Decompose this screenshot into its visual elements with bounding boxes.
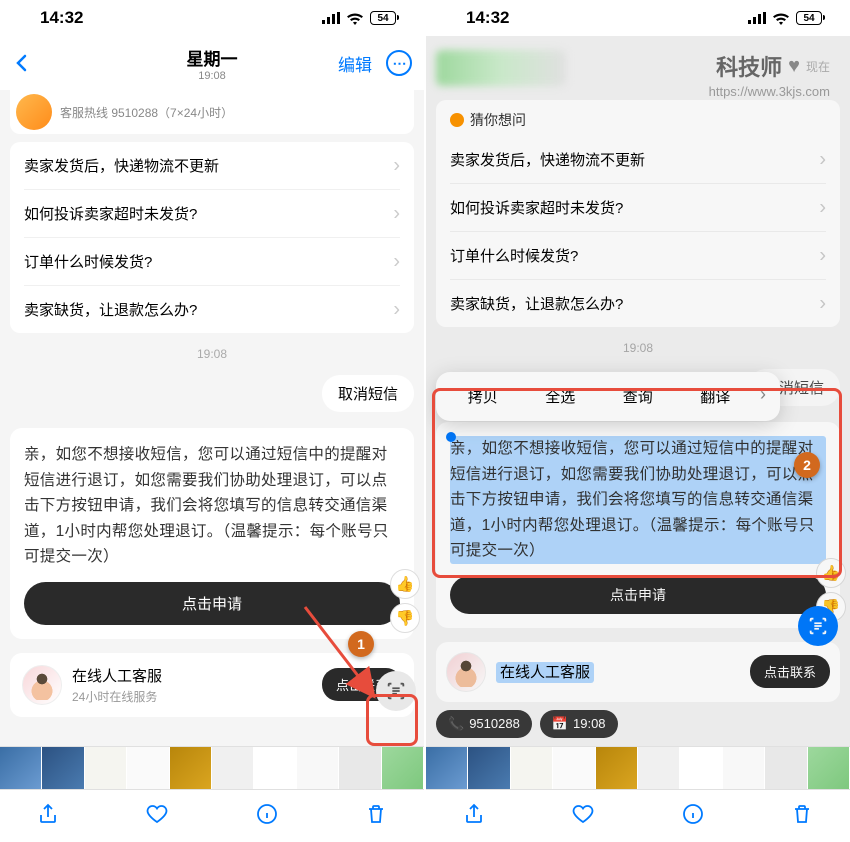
contact-button[interactable]: 点击联系 — [750, 655, 830, 688]
screenshot-thumbnails[interactable] — [0, 746, 424, 790]
status-time: 14:32 — [40, 8, 83, 28]
agent-title: 在线人工客服 — [496, 661, 740, 682]
apply-button[interactable]: 点击申请 — [450, 576, 826, 614]
agent-title: 在线人工客服 — [72, 665, 312, 686]
share-icon[interactable] — [36, 802, 60, 831]
status-indicators: 54 — [748, 11, 822, 25]
faq-item[interactable]: 订单什么时候发货? — [24, 238, 400, 286]
faq-item[interactable]: 卖家缺货，让退款怎么办? — [24, 286, 400, 333]
back-icon[interactable] — [12, 53, 32, 73]
faq-card: 卖家发货后，快递物流不更新 如何投诉卖家超时未发货? 订单什么时候发货? 卖家缺… — [10, 142, 414, 333]
wifi-icon — [346, 12, 364, 25]
faq-item[interactable]: 如何投诉卖家超时未发货? — [450, 184, 826, 232]
status-bar: 14:32 54 — [0, 0, 424, 36]
faq-item[interactable]: 卖家缺货，让退款怎么办? — [450, 280, 826, 327]
redacted-area — [436, 50, 566, 86]
phone-icon: 📞 — [448, 716, 464, 732]
trash-icon[interactable] — [364, 802, 388, 831]
status-bar: 14:32 54 — [426, 0, 850, 36]
heart-icon: ♥ — [788, 55, 800, 78]
edit-button[interactable]: 编辑 — [338, 51, 372, 76]
message-timestamp: 19:08 — [436, 341, 840, 355]
more-icon[interactable]: ⋯ — [386, 50, 412, 76]
battery-icon: 54 — [370, 11, 396, 25]
status-time: 14:32 — [466, 8, 509, 28]
navigation-bar: 星期一 19:08 编辑 ⋯ — [0, 36, 424, 90]
faq-card: 猜你想问 卖家发货后，快递物流不更新 如何投诉卖家超时未发货? 订单什么时候发货… — [436, 100, 840, 327]
bottom-toolbar — [426, 790, 850, 842]
trash-icon[interactable] — [790, 802, 814, 831]
message-text: 亲，如您不想接收短信，您可以通过短信中的提醒对短信进行退订，如您需要我们协助处理… — [24, 442, 400, 570]
watermark: 科技师 ♥ 现在 https://www.3kjs.com — [709, 50, 830, 99]
agent-avatar — [22, 665, 62, 705]
signal-icon — [322, 12, 340, 24]
thumbs-down-icon[interactable]: 👎 — [390, 603, 420, 633]
agent-card: 在线人工客服 点击联系 — [436, 642, 840, 702]
calendar-icon: 📅 — [552, 716, 568, 732]
agent-subtitle: 24小时在线服务 — [72, 688, 312, 705]
hotline-banner: 客服热线 9510288（7×24小时） — [10, 90, 414, 134]
screenshot-thumbnails[interactable] — [426, 746, 850, 790]
nav-title: 星期一 19:08 — [187, 45, 238, 82]
annotation-badge-2: 2 — [794, 452, 820, 478]
heart-icon[interactable] — [571, 802, 595, 831]
bottom-toolbar — [0, 790, 424, 842]
signal-icon — [748, 12, 766, 24]
faq-item[interactable]: 卖家发货后，快递物流不更新 — [24, 142, 400, 190]
cancel-sms-bubble[interactable]: 取消短信 — [322, 375, 414, 412]
annotation-arrow — [300, 602, 390, 712]
share-icon[interactable] — [462, 802, 486, 831]
status-indicators: 54 — [322, 11, 396, 25]
thumbs-up-icon[interactable]: 👍 — [390, 569, 420, 599]
faq-item[interactable]: 订单什么时候发货? — [450, 232, 826, 280]
info-icon[interactable] — [681, 802, 705, 831]
heart-icon[interactable] — [145, 802, 169, 831]
phone-right: 14:32 54 科技师 ♥ 现在 https://www.3kjs.com 猜… — [426, 0, 850, 842]
detected-chips: 📞9510288 📅19:08 — [436, 710, 840, 738]
battery-icon: 54 — [796, 11, 822, 25]
phone-chip[interactable]: 📞9510288 — [436, 710, 532, 738]
hotline-avatar — [16, 94, 52, 130]
phone-left: 14:32 54 星期一 19:08 编辑 ⋯ 客服热线 9510288（7×2… — [0, 0, 424, 842]
faq-item[interactable]: 如何投诉卖家超时未发货? — [24, 190, 400, 238]
faq-header: 猜你想问 — [450, 100, 826, 136]
live-text-scan-button-active[interactable] — [798, 606, 838, 646]
wifi-icon — [772, 12, 790, 25]
annotation-highlight-box — [432, 388, 842, 578]
message-timestamp: 19:08 — [10, 347, 414, 361]
agent-avatar — [446, 652, 486, 692]
faq-item[interactable]: 卖家发货后，快递物流不更新 — [450, 136, 826, 184]
time-chip[interactable]: 📅19:08 — [540, 710, 618, 738]
info-icon[interactable] — [255, 802, 279, 831]
